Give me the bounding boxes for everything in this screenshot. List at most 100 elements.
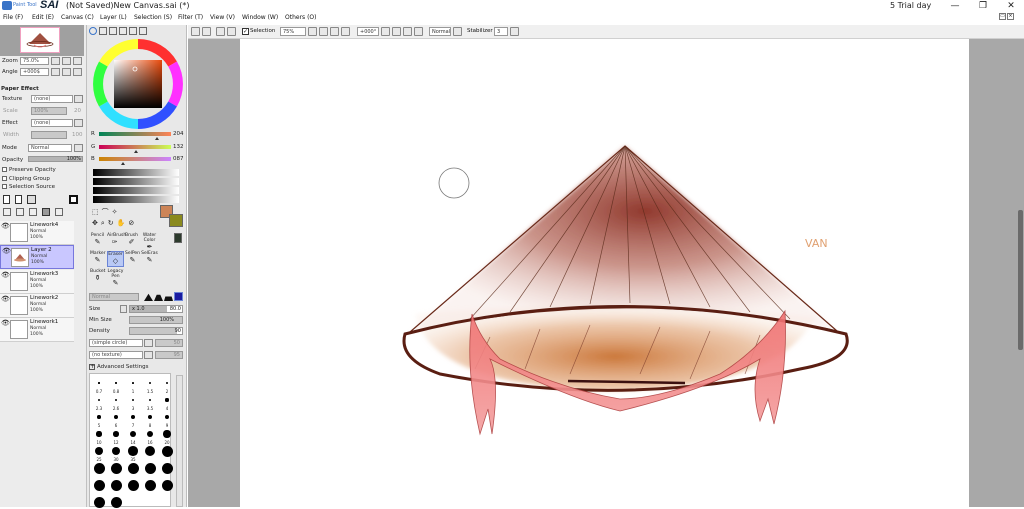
advanced-settings-label[interactable]: Advanced Settings xyxy=(97,364,148,370)
trash-icon[interactable] xyxy=(42,208,50,216)
transfer-down-icon[interactable] xyxy=(3,208,11,216)
brush-size-dot[interactable] xyxy=(127,462,139,474)
tool-marker[interactable]: Marker ✎ xyxy=(90,251,106,267)
flip-button[interactable] xyxy=(73,68,82,76)
zoom-select[interactable]: 75% xyxy=(280,27,306,36)
gray-ramp-4[interactable] xyxy=(93,196,179,203)
rotate-icon[interactable]: ↻ xyxy=(108,219,117,227)
flip-horizontal-icon[interactable] xyxy=(414,27,423,36)
mode-dropdown-icon[interactable] xyxy=(74,144,83,152)
hsv-slider-mode-icon[interactable] xyxy=(109,27,117,35)
new-layer-icon[interactable] xyxy=(3,195,10,204)
brush-shape-dropdown-icon[interactable] xyxy=(144,339,153,347)
brush-texture-dropdown-icon[interactable] xyxy=(144,351,153,359)
zoom-field[interactable]: 75.0% xyxy=(20,57,49,65)
tool-seleras[interactable]: SelEras ✎ xyxy=(141,251,158,267)
menu-edit[interactable]: Edit (E) xyxy=(32,14,54,21)
r-slider-handle[interactable] xyxy=(154,137,159,140)
mode-select[interactable]: Normal xyxy=(28,144,72,152)
eye-icon[interactable]: 👁 xyxy=(1,272,10,279)
width-field[interactable] xyxy=(31,131,67,139)
rotation-select[interactable]: +000° xyxy=(357,27,379,36)
density-slider[interactable]: 90 xyxy=(129,327,183,335)
redo-icon[interactable] xyxy=(202,27,211,36)
gray-ramp-3[interactable] xyxy=(93,187,179,194)
brush-size-dot[interactable] xyxy=(110,479,122,491)
brush-size-dot[interactable] xyxy=(114,415,118,419)
brush-size-dot[interactable] xyxy=(130,431,136,437)
brush-size-dot[interactable] xyxy=(144,445,156,457)
brush-size-dot[interactable] xyxy=(128,446,138,456)
rotate-right-button[interactable] xyxy=(62,68,71,76)
mdi-restore-icon[interactable]: ▭ xyxy=(999,13,1006,20)
min-size-slider[interactable]: 100% xyxy=(129,316,183,324)
layer-item-selected[interactable]: 👁 Layer 2 Normal 100% xyxy=(0,245,74,269)
tool-brush[interactable]: Brush ✐ xyxy=(124,233,139,249)
rect-select-icon[interactable]: ⬚ xyxy=(92,208,102,216)
size-mult-button[interactable] xyxy=(120,305,127,313)
scale-field[interactable]: 100% xyxy=(31,107,67,115)
view-blend-select[interactable]: Normal xyxy=(429,27,451,36)
eye-icon[interactable]: 👁 xyxy=(1,223,10,230)
brush-size-dot[interactable] xyxy=(165,398,169,402)
brush-size-dot[interactable] xyxy=(144,462,156,474)
maximize-button[interactable]: ❐ xyxy=(972,0,994,12)
edge-flat-icon[interactable] xyxy=(174,292,183,301)
brush-size-dot[interactable] xyxy=(161,445,173,457)
color-wheel[interactable] xyxy=(92,38,184,130)
eye-icon[interactable]: 👁 xyxy=(1,320,10,327)
gray-ramp-1[interactable] xyxy=(93,169,179,176)
brush-size-dot[interactable] xyxy=(115,382,117,384)
brush-size-dot[interactable] xyxy=(149,382,151,384)
tool-eraser[interactable]: Eraser ◇ xyxy=(107,251,124,267)
brush-size-dot[interactable] xyxy=(110,462,122,474)
hand-icon[interactable]: ✋ xyxy=(117,219,129,227)
rgb-slider-mode-icon[interactable] xyxy=(99,27,107,35)
b-slider-handle[interactable] xyxy=(121,162,126,165)
zoom-out-icon[interactable] xyxy=(308,27,317,36)
menu-others[interactable]: Others (O) xyxy=(285,14,316,21)
rotate-cw-icon[interactable] xyxy=(392,27,401,36)
brush-texture-num[interactable]: 95 xyxy=(155,351,183,359)
tool-watercolor[interactable]: Water Color ✒ xyxy=(141,233,158,251)
zoom-fit-button[interactable] xyxy=(73,57,82,65)
layer-item[interactable]: 👁 Linework1 Normal 100% xyxy=(0,318,74,342)
selection-source-checkbox[interactable] xyxy=(2,184,7,189)
zoom-reset-icon[interactable] xyxy=(330,27,339,36)
brush-size-dot[interactable] xyxy=(144,479,156,491)
menu-layer[interactable]: Layer (L) xyxy=(100,14,127,21)
mdi-close-icon[interactable]: × xyxy=(1007,13,1014,20)
gray-ramp-2[interactable] xyxy=(93,178,179,185)
g-slider[interactable] xyxy=(99,145,171,149)
texture-select[interactable]: (none) xyxy=(31,95,73,103)
invert-selection-icon[interactable] xyxy=(227,27,236,36)
undo-icon[interactable] xyxy=(191,27,200,36)
brush-texture-select[interactable]: (no texture) xyxy=(89,351,143,359)
brush-size-dot[interactable] xyxy=(95,447,103,455)
texture-dropdown-icon[interactable] xyxy=(74,95,83,103)
tool-pencil[interactable]: Pencil ✎ xyxy=(90,233,105,249)
stabilizer-dropdown-icon[interactable] xyxy=(510,27,519,36)
new-linework-icon[interactable] xyxy=(15,195,22,204)
brush-size-dot[interactable] xyxy=(110,496,122,508)
advanced-settings-expand-icon[interactable]: + xyxy=(89,364,95,370)
brush-shape-select[interactable]: (simple circle) xyxy=(89,339,143,347)
layer-item[interactable]: 👁 Linework3 Normal 100% xyxy=(0,270,74,294)
secondary-color-swatch[interactable] xyxy=(169,214,183,227)
brush-shape-num[interactable]: 50 xyxy=(155,339,183,347)
navigator-thumbnail[interactable] xyxy=(0,25,84,56)
angle-field[interactable]: +000$ xyxy=(20,68,49,76)
eyedropper-icon[interactable]: ⊘ xyxy=(128,219,137,227)
effect-dropdown-icon[interactable] xyxy=(74,119,83,127)
g-slider-handle[interactable] xyxy=(134,150,139,153)
lasso-icon[interactable]: ⌒ xyxy=(102,208,112,216)
brush-size-dot[interactable] xyxy=(161,462,173,474)
layer-properties-icon[interactable] xyxy=(55,208,63,216)
size-slider[interactable]: x 1.0 80.0 xyxy=(129,305,183,313)
stabilizer-select[interactable]: 3 xyxy=(494,27,508,36)
eye-icon[interactable]: 👁 xyxy=(2,248,11,255)
close-button[interactable]: ✕ xyxy=(1000,0,1022,12)
brush-size-dot[interactable] xyxy=(97,415,101,419)
tool-legacy-pen[interactable]: Legacy Pen ✎ xyxy=(107,269,124,287)
brush-size-dot[interactable] xyxy=(127,479,139,491)
